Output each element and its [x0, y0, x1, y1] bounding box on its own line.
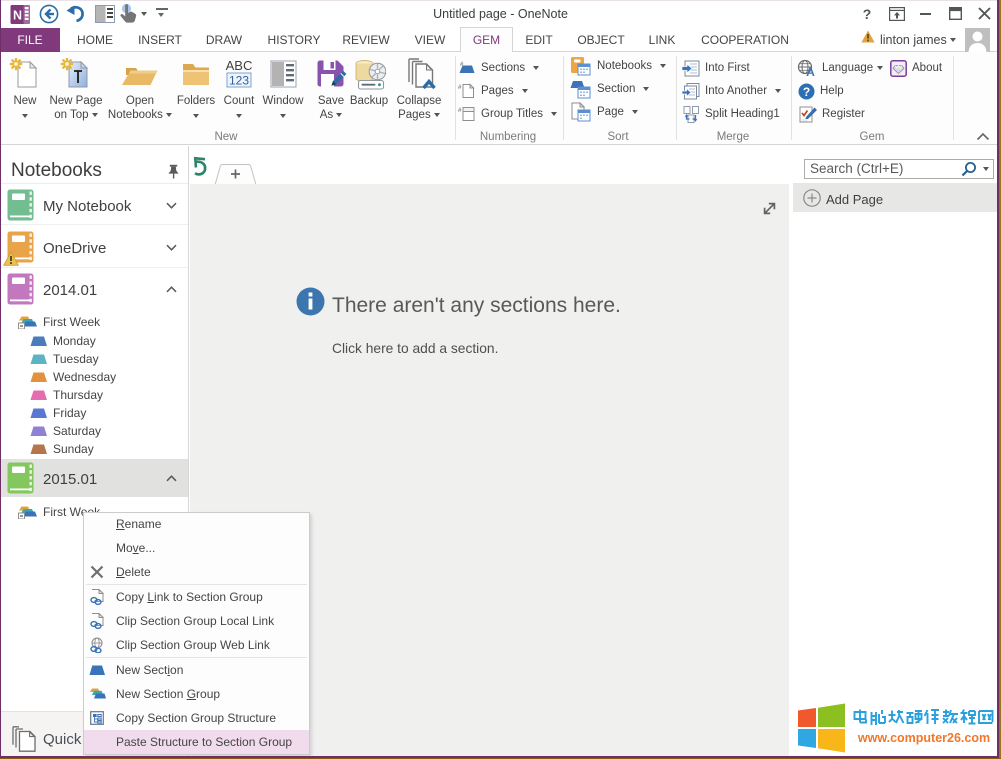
svg-text:123: 123	[229, 74, 249, 88]
svg-text:#: #	[458, 85, 462, 91]
svg-text:?: ?	[863, 6, 872, 22]
svg-text:?: ?	[803, 84, 810, 98]
svg-text:A: A	[806, 65, 815, 77]
svg-text:ABC: ABC	[226, 58, 253, 73]
svg-text:#: #	[458, 108, 462, 114]
